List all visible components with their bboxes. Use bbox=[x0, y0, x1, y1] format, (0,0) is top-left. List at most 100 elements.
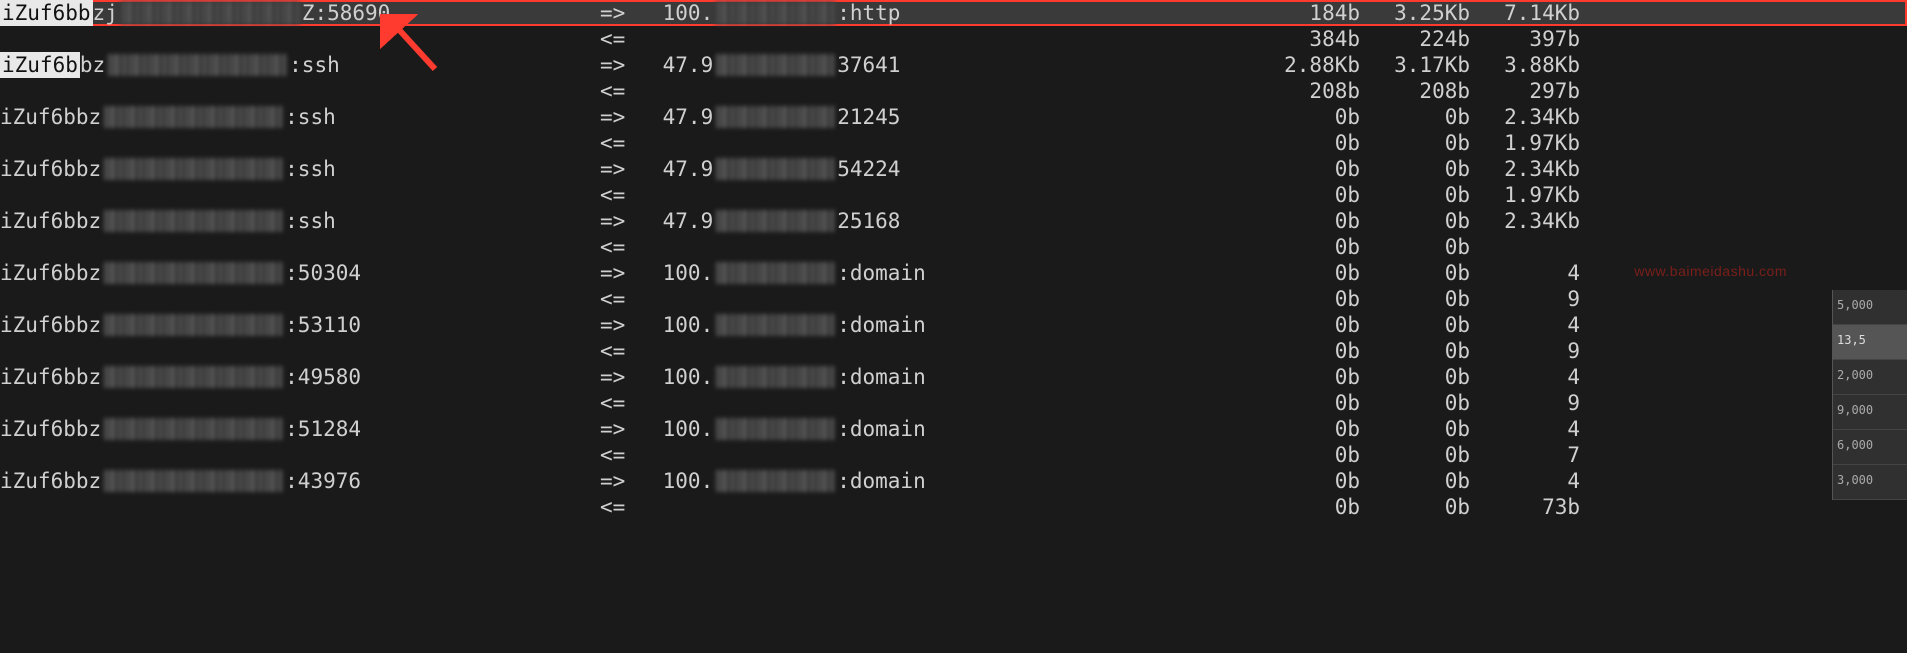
direction-arrow: => bbox=[600, 104, 650, 130]
rate-col-1: 0b bbox=[1250, 182, 1360, 208]
rate-col-3: 7.14Kb bbox=[1470, 0, 1580, 26]
rate-col-2: 3.17Kb bbox=[1360, 52, 1470, 78]
connection-row: iZuf6bbz:49580=> 100.:domain0b0b4 bbox=[0, 364, 1907, 390]
host-text: iZuf6bbz bbox=[0, 104, 101, 130]
connection-row: <=0b0b9 bbox=[0, 338, 1907, 364]
remote-host: 47.921245 bbox=[650, 104, 1250, 130]
remote-port: 21245 bbox=[837, 104, 900, 130]
direction-arrow: <= bbox=[600, 442, 650, 468]
rate-col-1: 0b bbox=[1250, 338, 1360, 364]
scale-tick: 2,000 bbox=[1833, 360, 1907, 395]
host-text: iZuf6bbz bbox=[0, 468, 101, 494]
connection-row: <=0b0b1.97Kb bbox=[0, 182, 1907, 208]
direction-arrow: <= bbox=[600, 390, 650, 416]
host-prefix: iZuf6bb bbox=[0, 0, 93, 26]
redacted-block bbox=[120, 2, 300, 24]
rate-col-1: 0b bbox=[1250, 104, 1360, 130]
rate-col-2: 0b bbox=[1360, 364, 1470, 390]
rate-col-3: 397b bbox=[1470, 26, 1580, 52]
local-port: :51284 bbox=[285, 416, 361, 442]
redacted-block bbox=[103, 314, 283, 336]
remote-ip: 100. bbox=[650, 468, 713, 494]
host-text: iZuf6bbz bbox=[0, 312, 101, 338]
direction-arrow: => bbox=[600, 468, 650, 494]
rate-col-3: 73b bbox=[1470, 494, 1580, 520]
scale-tick: 9,000 bbox=[1833, 395, 1907, 430]
rate-col-3: 1.97Kb bbox=[1470, 130, 1580, 156]
rate-col-3: 9 bbox=[1470, 390, 1580, 416]
connection-row: iZuf6bbzjZ:58690=> 100.:http184b3.25Kb7.… bbox=[0, 0, 1907, 26]
rate-col-3: 2.34Kb bbox=[1470, 208, 1580, 234]
rate-col-2: 0b bbox=[1360, 338, 1470, 364]
mini-scale-panel: 5,000 13,5 2,000 9,000 6,000 3,000 bbox=[1832, 290, 1907, 500]
host-text: iZuf6bbz bbox=[0, 260, 101, 286]
remote-port: 37641 bbox=[837, 52, 900, 78]
rate-col-2: 0b bbox=[1360, 390, 1470, 416]
host-prefix: iZuf6b bbox=[0, 52, 80, 78]
host-text: iZuf6bbz bbox=[0, 156, 101, 182]
rate-col-2: 0b bbox=[1360, 286, 1470, 312]
rate-col-3: 9 bbox=[1470, 338, 1580, 364]
remote-host: 100.:domain bbox=[650, 416, 1250, 442]
remote-port: :domain bbox=[837, 260, 926, 286]
rate-col-1: 0b bbox=[1250, 364, 1360, 390]
rate-col-1: 0b bbox=[1250, 494, 1360, 520]
rate-col-2: 208b bbox=[1360, 78, 1470, 104]
scale-tick: 6,000 bbox=[1833, 430, 1907, 465]
direction-arrow: => bbox=[600, 364, 650, 390]
rate-col-1: 0b bbox=[1250, 208, 1360, 234]
local-port: :ssh bbox=[289, 52, 340, 78]
rate-col-1: 208b bbox=[1250, 78, 1360, 104]
connection-row: <=0b0b9 bbox=[0, 390, 1907, 416]
remote-ip: 100. bbox=[650, 260, 713, 286]
rate-col-2: 0b bbox=[1360, 494, 1470, 520]
host-text: zj bbox=[93, 0, 118, 26]
local-port: :ssh bbox=[285, 208, 336, 234]
rate-col-2: 0b bbox=[1360, 104, 1470, 130]
iftop-output: iZuf6bbzjZ:58690=> 100.:http184b3.25Kb7.… bbox=[0, 0, 1907, 520]
rate-col-1: 0b bbox=[1250, 130, 1360, 156]
local-port: :ssh bbox=[285, 104, 336, 130]
remote-ip: 47.9 bbox=[650, 52, 713, 78]
remote-ip: 47.9 bbox=[650, 208, 713, 234]
rate-col-3: 4 bbox=[1470, 312, 1580, 338]
direction-arrow: <= bbox=[600, 494, 650, 520]
rate-col-2: 3.25Kb bbox=[1360, 0, 1470, 26]
redacted-block bbox=[103, 210, 283, 232]
remote-ip: 100. bbox=[650, 364, 713, 390]
redacted-block bbox=[103, 470, 283, 492]
direction-arrow: => bbox=[600, 0, 650, 26]
remote-host: 100.:http bbox=[650, 0, 1250, 26]
redacted-block bbox=[715, 106, 835, 128]
remote-port: :domain bbox=[837, 468, 926, 494]
connection-row: iZuf6bbz:51284=> 100.:domain0b0b4 bbox=[0, 416, 1907, 442]
rate-col-3: 7 bbox=[1470, 442, 1580, 468]
rate-col-1: 2.88Kb bbox=[1250, 52, 1360, 78]
connection-row: iZuf6bbz:ssh=> 47.9376412.88Kb3.17Kb3.88… bbox=[0, 52, 1907, 78]
remote-ip: 100. bbox=[650, 416, 713, 442]
remote-ip: 100. bbox=[650, 312, 713, 338]
direction-arrow: <= bbox=[600, 78, 650, 104]
rate-col-1: 0b bbox=[1250, 416, 1360, 442]
local-port: :43976 bbox=[285, 468, 361, 494]
rate-col-3: 297b bbox=[1470, 78, 1580, 104]
redacted-block bbox=[715, 158, 835, 180]
connection-row: iZuf6bbz:53110=> 100.:domain0b0b4 bbox=[0, 312, 1907, 338]
local-host: iZuf6bbz:50304 bbox=[0, 260, 600, 286]
host-text: iZuf6bbz bbox=[0, 208, 101, 234]
redacted-block bbox=[715, 418, 835, 440]
local-port: :ssh bbox=[285, 156, 336, 182]
connection-row: iZuf6bbz:ssh=> 47.9542240b0b2.34Kb bbox=[0, 156, 1907, 182]
local-host: iZuf6bbz :ssh bbox=[0, 104, 600, 130]
direction-arrow: => bbox=[600, 52, 650, 78]
local-host: iZuf6bbz:53110 bbox=[0, 312, 600, 338]
connection-row: iZuf6bbz:ssh=> 47.9251680b0b2.34Kb bbox=[0, 208, 1907, 234]
local-host: iZuf6bbz:ssh bbox=[0, 52, 600, 78]
host-text: iZuf6bbz bbox=[0, 364, 101, 390]
connection-row: <=0b0b9 bbox=[0, 286, 1907, 312]
remote-host: 100. :domain bbox=[650, 468, 1250, 494]
redacted-block bbox=[103, 262, 283, 284]
redacted-block bbox=[715, 54, 835, 76]
direction-arrow: <= bbox=[600, 130, 650, 156]
rate-col-2: 0b bbox=[1360, 234, 1470, 260]
